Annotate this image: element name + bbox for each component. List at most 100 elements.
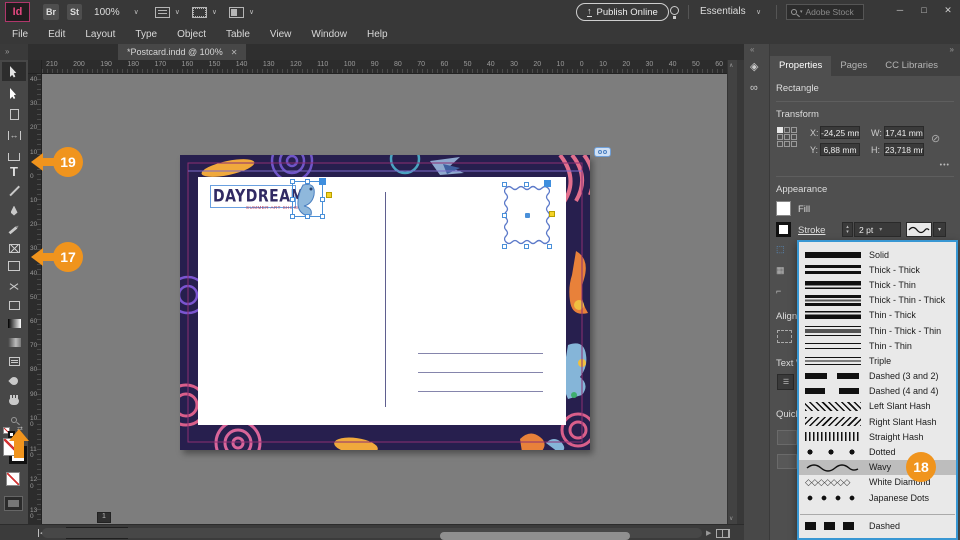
stroke-label[interactable]: Stroke xyxy=(798,225,825,236)
panel-expand-stub[interactable]: » xyxy=(0,44,28,60)
publish-online-button[interactable]: ↑ Publish Online xyxy=(576,3,669,21)
page-tool[interactable] xyxy=(2,105,26,124)
apply-none-swatch[interactable] xyxy=(6,472,20,486)
menu-item[interactable]: View xyxy=(260,29,302,40)
align-icon[interactable] xyxy=(777,330,792,343)
scroll-up-icon[interactable]: ∧ xyxy=(729,62,733,69)
stroke-option-japanese-dots[interactable]: Japanese Dots xyxy=(799,490,956,505)
document-tab[interactable]: *Postcard.indd @ 100% ✕ xyxy=(118,44,246,60)
selection-handle[interactable] xyxy=(547,244,552,249)
stroke-option-thin-thin[interactable]: Thin - Thin xyxy=(799,338,956,353)
corner-options-icon[interactable]: ⌐ xyxy=(776,286,781,296)
expand-panels-icon[interactable]: » xyxy=(950,45,954,54)
stroke-option-straight-hash[interactable]: Straight Hash xyxy=(799,429,956,444)
stroke-option-white-diamond[interactable]: ◇◇◇◇◇◇◇White Diamond xyxy=(799,475,956,490)
stroke-style-button[interactable] xyxy=(906,222,932,237)
menu-item[interactable]: Table xyxy=(216,29,260,40)
stroke-option-thin-thick-thin[interactable]: Thin - Thick - Thin xyxy=(799,323,956,338)
zoom-level-value[interactable]: 100% xyxy=(94,7,120,18)
hand-tool[interactable] xyxy=(2,390,26,409)
close-button[interactable]: ✕ xyxy=(936,0,960,20)
stroke-option-left-slant-hash[interactable]: Left Slant Hash xyxy=(799,399,956,414)
menu-item[interactable]: File xyxy=(2,29,38,40)
selection-handle[interactable] xyxy=(320,214,325,219)
live-corner-handle[interactable] xyxy=(326,192,332,198)
stroke-option-dashed-custom[interactable]: Dashed xyxy=(799,518,956,533)
stroke-weight-stepper[interactable]: ▴ ▾ xyxy=(842,222,853,237)
h-value-field[interactable]: 23,718 mm xyxy=(884,143,924,156)
selection-handle[interactable] xyxy=(502,213,507,218)
scroll-down-icon[interactable]: ∨ xyxy=(729,515,733,522)
layers-panel-icon[interactable]: ◈ xyxy=(750,60,758,73)
screen-mode-button[interactable] xyxy=(4,496,23,511)
swatch-options-icon[interactable]: ▦ xyxy=(776,265,785,276)
fill-none-swatch[interactable] xyxy=(776,201,791,216)
selection-handle[interactable] xyxy=(305,214,310,219)
document-canvas[interactable]: DAYDREAM SUMMER ART SHOW xyxy=(42,74,727,524)
pen-tool[interactable] xyxy=(2,201,26,220)
tab-cc-libraries[interactable]: CC Libraries xyxy=(876,56,947,76)
selection-handle[interactable] xyxy=(290,179,295,184)
stroke-option-dashed-3-2[interactable]: Dashed (3 and 2) xyxy=(799,369,956,384)
y-value-field[interactable]: 6,88 mm xyxy=(820,143,860,156)
gradient-swatch-tool[interactable] xyxy=(2,314,26,333)
minimize-button[interactable]: ─ xyxy=(888,0,912,20)
x-value-field[interactable]: -24,25 mm xyxy=(820,126,860,139)
links-panel-icon[interactable]: ∞ xyxy=(750,82,758,94)
selection-handle-active[interactable] xyxy=(319,178,326,185)
arrange-documents-icon[interactable] xyxy=(229,7,244,18)
pencil-tool[interactable] xyxy=(2,220,26,239)
stamp-frame[interactable] xyxy=(504,184,550,247)
view-options-chevron-icon[interactable]: ∨ xyxy=(175,8,180,16)
stock-button[interactable]: St xyxy=(67,4,82,20)
free-transform-tool[interactable] xyxy=(2,296,26,315)
arrange-documents-chevron-icon[interactable]: ∨ xyxy=(249,8,254,16)
bridge-button[interactable]: Br xyxy=(43,4,59,20)
gap-tool[interactable]: ↔ xyxy=(2,126,26,145)
selection-handle[interactable] xyxy=(290,214,295,219)
eyedropper-tool[interactable] xyxy=(2,371,26,390)
center-point-handle[interactable] xyxy=(525,213,530,218)
workspace-chevron-icon[interactable]: ∨ xyxy=(756,8,761,16)
more-options-icon[interactable]: ••• xyxy=(940,162,950,169)
note-tool[interactable] xyxy=(2,352,26,371)
stepper-down-icon[interactable]: ▾ xyxy=(846,230,849,235)
selection-handle[interactable] xyxy=(524,244,529,249)
selection-handle[interactable] xyxy=(320,197,325,202)
text-wrap-icon[interactable]: ☰ xyxy=(777,374,794,390)
selection-handle[interactable] xyxy=(290,197,295,202)
stroke-option-triple[interactable]: Triple xyxy=(799,353,956,368)
weight-dropdown-icon[interactable]: ▾ xyxy=(879,226,882,233)
stroke-option-dashed-4-4[interactable]: Dashed (4 and 4) xyxy=(799,384,956,399)
stroke-option-right-slant-hash[interactable]: Right Slant Hash xyxy=(799,414,956,429)
tab-properties[interactable]: Properties xyxy=(770,56,831,76)
menu-item[interactable]: Help xyxy=(357,29,398,40)
selection-handle[interactable] xyxy=(305,179,310,184)
close-tab-icon[interactable]: ✕ xyxy=(231,48,238,57)
stroke-weight-field[interactable]: 2 pt ▾ xyxy=(854,222,901,237)
page-marker[interactable]: 1 xyxy=(97,512,111,523)
adobe-stock-search-input[interactable]: ▾ Adobe Stock xyxy=(786,4,864,20)
scroll-right-icon[interactable]: ▶ xyxy=(706,529,711,537)
menu-item[interactable]: Object xyxy=(167,29,216,40)
selection-handle[interactable] xyxy=(502,182,507,187)
selection-tool[interactable] xyxy=(2,62,26,81)
stroke-option-thin-thick[interactable]: Thin - Thick xyxy=(799,308,956,323)
line-tool[interactable] xyxy=(2,181,26,200)
zoom-level-chevron-icon[interactable]: ∨ xyxy=(134,8,139,16)
workspace-switcher[interactable]: Essentials xyxy=(700,6,746,17)
linked-content-badge[interactable] xyxy=(594,147,611,157)
type-tool[interactable]: T xyxy=(2,160,26,182)
stroke-option-thick-thick[interactable]: Thick - Thick xyxy=(799,262,956,277)
menu-item[interactable]: Layout xyxy=(75,29,125,40)
menu-item[interactable]: Type xyxy=(125,29,167,40)
horizontal-scroll-thumb[interactable] xyxy=(440,532,630,540)
ruler-origin-corner[interactable] xyxy=(28,60,42,74)
selection-handle[interactable] xyxy=(502,244,507,249)
stroke-option-thick-thin[interactable]: Thick - Thin xyxy=(799,277,956,292)
live-corner-handle[interactable] xyxy=(549,211,555,217)
screen-mode-icon[interactable] xyxy=(192,7,207,18)
stroke-option-solid[interactable]: Solid xyxy=(799,247,956,262)
rectangle-tool[interactable] xyxy=(2,256,26,275)
tab-pages[interactable]: Pages xyxy=(831,56,876,76)
